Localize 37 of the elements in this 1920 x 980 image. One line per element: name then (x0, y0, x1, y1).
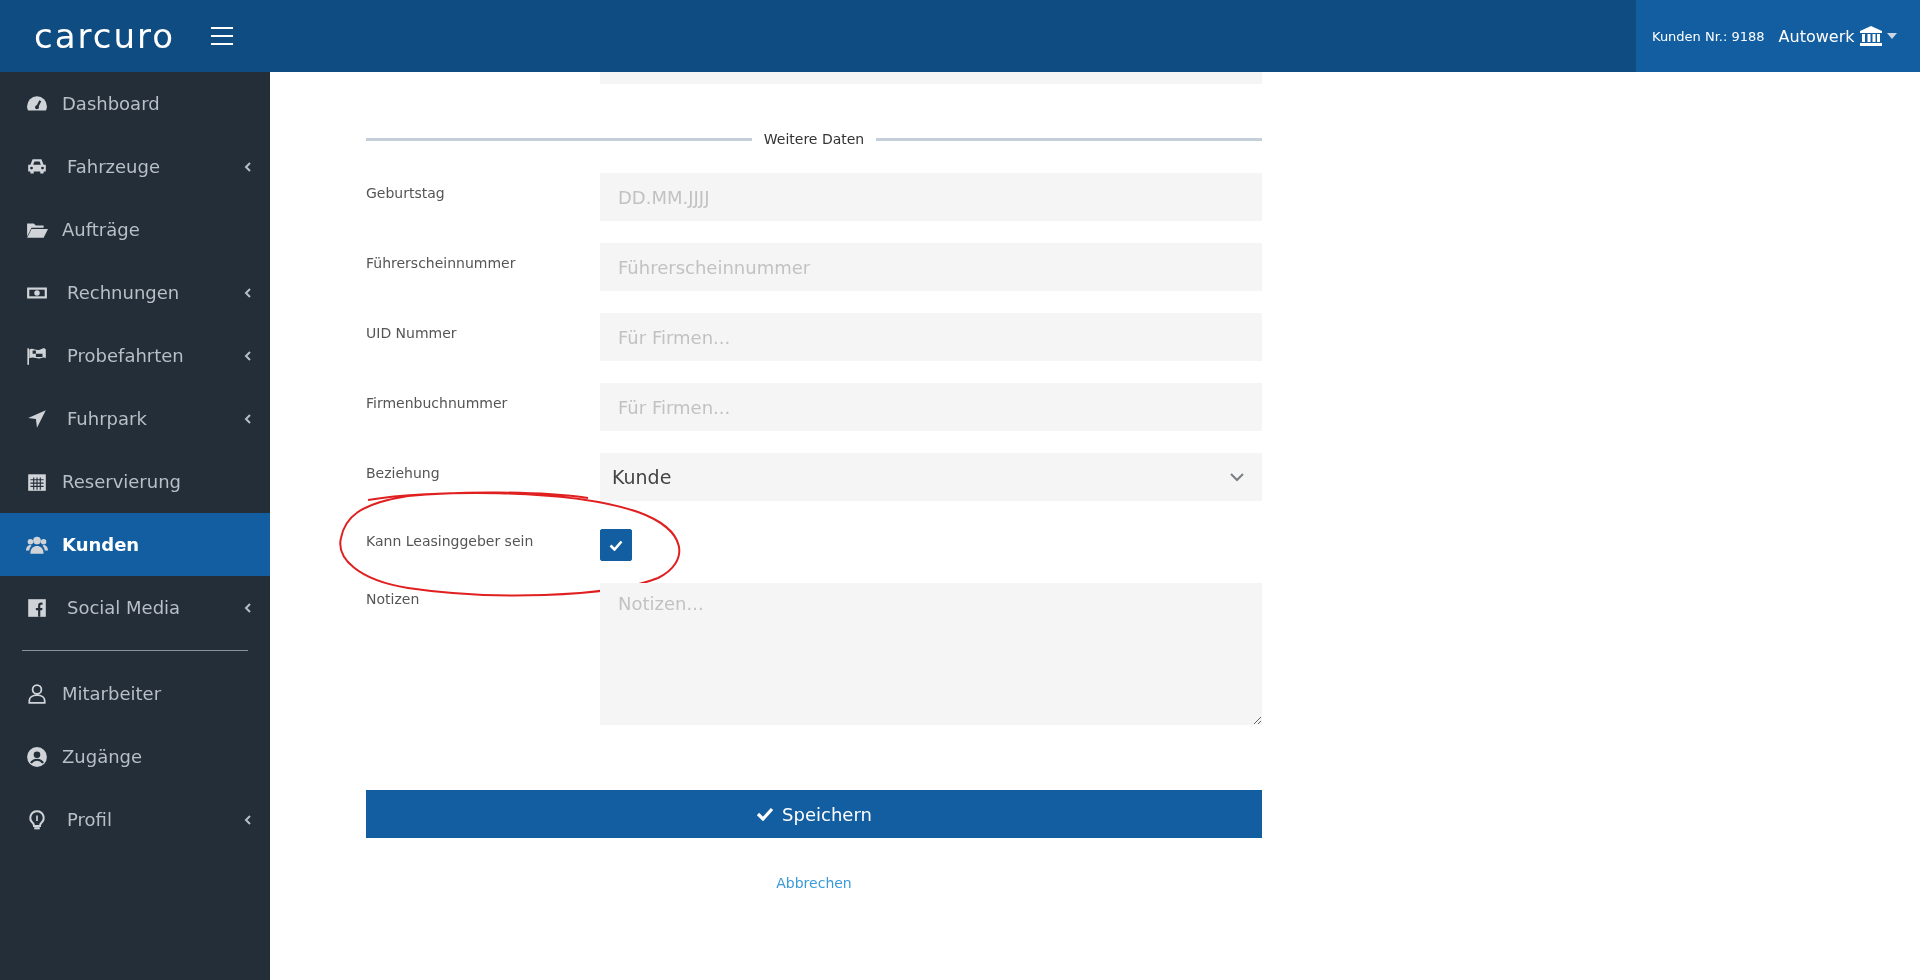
field-label: UID Nummer (366, 324, 458, 341)
customer-number: Kunden Nr.: 9188 (1652, 28, 1765, 44)
location-arrow-icon (26, 407, 48, 430)
sidebar-item[interactable]: Reservierung (0, 450, 270, 513)
check-icon (756, 807, 775, 821)
sidebar-item[interactable]: Zugänge (0, 725, 270, 788)
sidebar-item[interactable]: Aufträge (0, 198, 270, 261)
sidebar-item[interactable]: Social Media (0, 576, 270, 639)
caret-icon (1886, 33, 1897, 39)
checkbox[interactable] (600, 529, 632, 561)
check-icon (609, 539, 623, 551)
sidebar-item[interactable]: Mitarbeiter (0, 662, 270, 725)
logo[interactable]: carcuro (34, 16, 176, 56)
sidebar-item[interactable]: Rechnungen (0, 261, 270, 324)
sidebar-item[interactable]: Fuhrpark (0, 387, 270, 450)
field-label: Kann Leasinggeber sein (366, 532, 535, 549)
sidebar-item[interactable]: Kunden (0, 513, 270, 576)
field-label: Firmenbuchnummer (366, 394, 509, 411)
sidebar-item[interactable]: Fahrzeuge (0, 135, 270, 198)
menu-icon[interactable] (211, 27, 234, 45)
field-label: Geburtstag (366, 184, 446, 201)
sidebar-item[interactable]: Probefahrten (0, 324, 270, 387)
bank-icon (1859, 26, 1882, 46)
user-circle-icon (26, 745, 48, 768)
account-menu[interactable]: Autowerk (1778, 26, 1897, 46)
field-label: Führerscheinnummer (366, 254, 517, 271)
sidebar-item[interactable]: Dashboard (0, 72, 270, 135)
chevron-icon (1230, 472, 1244, 482)
save-button[interactable]: Speichern (366, 790, 1262, 838)
field-label: Beziehung (366, 464, 441, 481)
sidebar-item[interactable]: Profil (0, 788, 270, 851)
facebook-icon (26, 596, 48, 619)
user-outline-icon (26, 682, 48, 705)
field-label: Notizen (366, 590, 421, 607)
lightbulb-icon (26, 808, 48, 831)
select-field[interactable]: Kunde (600, 453, 1262, 501)
section-title: Weitere Daten (763, 131, 865, 147)
